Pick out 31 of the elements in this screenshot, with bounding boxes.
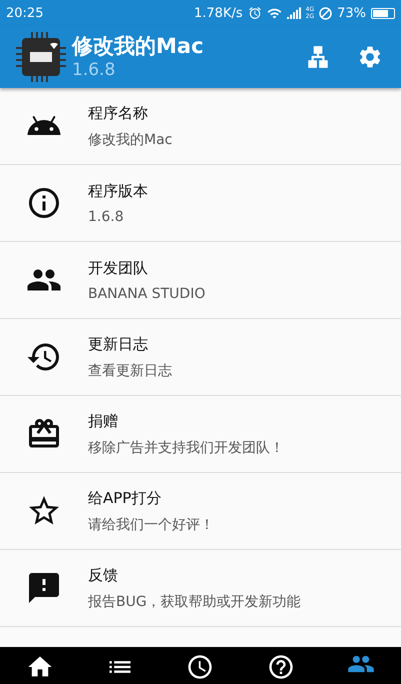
item-subtitle: 请给我们一个好评！ [88, 516, 214, 534]
feedback-icon [26, 570, 62, 606]
info-icon [26, 185, 62, 221]
item-title[interactable]: 程序名称 [88, 104, 172, 122]
app-title: 修改我的Mac [72, 33, 205, 59]
item-subtitle: 报告BUG，获取帮助或开发新功能 [88, 592, 301, 610]
alarm-icon [248, 6, 262, 20]
item-title[interactable]: 捐赠 [88, 412, 284, 430]
blocked-icon [319, 6, 332, 20]
item-subtitle: 移除广告并支持我们开发团队！ [88, 438, 284, 456]
battery-percent: 73% [337, 6, 366, 20]
status-time: 20:25 [6, 6, 44, 20]
item-subtitle: BANANA STUDIO [88, 286, 206, 302]
help-icon [266, 653, 295, 681]
settings-icon [357, 44, 383, 70]
item-subtitle: 1.6.8 [88, 208, 125, 224]
network-speed: 1.78K/s [194, 6, 243, 20]
app-version: 1.6.8 [72, 59, 116, 81]
battery-icon [371, 8, 395, 18]
signal-icon [286, 7, 301, 19]
clock-icon [186, 653, 214, 681]
item-title[interactable]: 给APP打分 [88, 488, 214, 508]
item-subtitle: 查看更新日志 [88, 362, 172, 380]
item-title[interactable]: 开发团队 [88, 258, 206, 278]
item-title[interactable]: 程序版本 [88, 182, 148, 200]
item-title[interactable]: 更新日志 [88, 334, 172, 354]
chip-logo-icon [14, 30, 68, 84]
item-title[interactable]: 反馈 [88, 566, 301, 584]
nav-tab[interactable] [186, 653, 214, 681]
item-subtitle: 修改我的Mac [88, 130, 172, 148]
nav-tab[interactable] [266, 653, 295, 681]
